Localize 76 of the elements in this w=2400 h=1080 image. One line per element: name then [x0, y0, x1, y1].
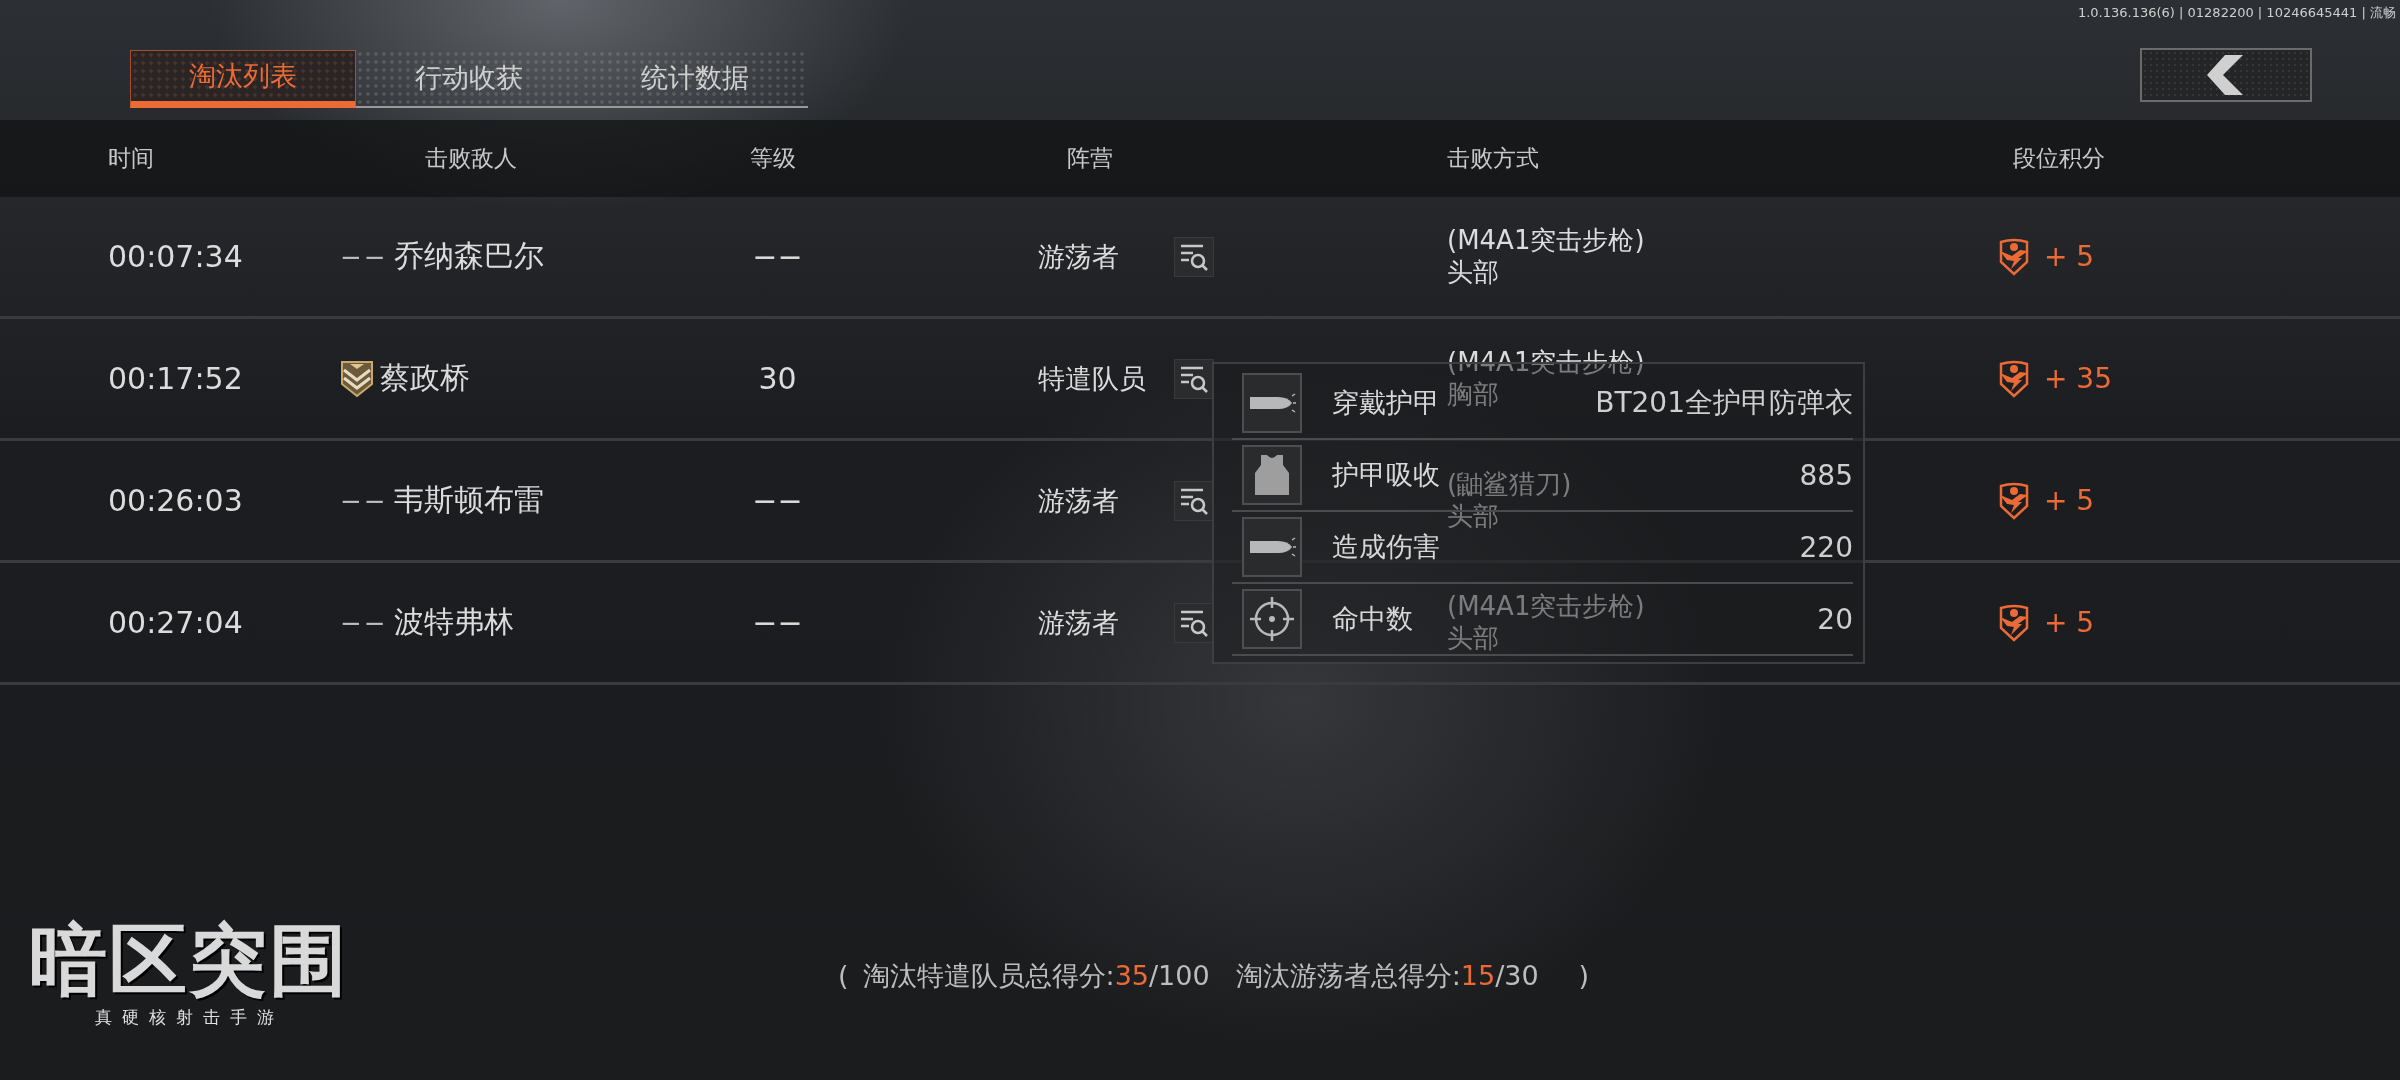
hit-part-text: 头部: [1447, 622, 1499, 654]
search-list-icon: [1179, 486, 1209, 515]
hit-part-text: 头部: [1447, 256, 1499, 288]
rank-text: −−: [340, 607, 388, 638]
summary-score: 35: [1114, 960, 1149, 991]
score-points: + 5: [2044, 484, 2095, 517]
summary-label: 淘汰游荡者总得分:: [1235, 959, 1461, 993]
stat-label: 穿戴护甲: [1332, 386, 1440, 420]
column-header: 击败敌人: [425, 144, 517, 173]
version-status-text: 1.0.136.136(6) | 01282200 | 10246645441 | 流畅: [2077, 4, 2396, 22]
summary-score: 15: [1460, 960, 1496, 991]
rank-text: −−: [340, 485, 388, 516]
stat-value: 20: [1817, 602, 1853, 636]
column-header: 等级: [750, 144, 796, 173]
eagle-shield-icon: [1998, 237, 2030, 276]
time-cell: 00:07:34: [108, 239, 243, 274]
crosshair-icon: [1249, 596, 1295, 642]
faction-cell-text: 游荡者: [1038, 605, 1120, 640]
logo-tagline: 真硬核射击手游: [94, 1005, 284, 1029]
weapon-text: (M4A1突击步枪): [1447, 591, 1645, 623]
level-cell: 30: [758, 361, 797, 396]
column-header: 阵营: [1067, 144, 1113, 173]
faction-cell-text: 特遣队员: [1038, 361, 1147, 396]
vest-icon: [1255, 455, 1289, 495]
enemy-name: 蔡政桥: [380, 359, 470, 397]
details-button[interactable]: [1174, 480, 1214, 521]
hit-part-text: 胸部: [1447, 378, 1499, 410]
time-cell: 00:17:52: [108, 361, 243, 396]
summary-label: 淘汰特遣队员总得分:: [862, 959, 1115, 993]
open-paren: (: [838, 960, 849, 991]
time-cell: 00:26:03: [108, 483, 243, 518]
details-button[interactable]: [1174, 236, 1214, 277]
game-logo-title: 暗区突围: [29, 920, 349, 1002]
stat-label: 护甲吸收: [1332, 458, 1440, 492]
level-cell: −−: [752, 483, 803, 518]
tab[interactable]: 统计数据: [582, 50, 808, 108]
column-header: 时间: [108, 144, 154, 173]
search-list-icon: [1179, 364, 1209, 393]
column-header: 击败方式: [1447, 144, 1539, 173]
stat-value: 220: [1799, 530, 1853, 564]
faction-cell-text: 游荡者: [1038, 483, 1120, 518]
faction-cell-text: 游荡者: [1038, 239, 1120, 274]
level-cell: −−: [752, 605, 803, 640]
details-button[interactable]: [1174, 358, 1214, 399]
score-points: + 5: [2044, 606, 2095, 639]
stat-value: BT201全护甲防弹衣: [1595, 385, 1853, 421]
rank-chevron-icon: [340, 359, 374, 398]
column-header: 段位积分: [2013, 144, 2105, 173]
tab[interactable]: 行动收获: [356, 50, 582, 108]
enemy-name: 乔纳森巴尔: [393, 237, 544, 275]
bullet-icon: [1248, 537, 1296, 557]
close-paren: ): [1578, 960, 1590, 991]
score-points: + 35: [2044, 362, 2112, 395]
weapon-text: (鼬鲨猎刀): [1447, 469, 1572, 501]
bullet-icon: [1248, 393, 1296, 413]
weapon-text: (M4A1突击步枪): [1447, 225, 1645, 257]
enemy-name: 波特弗林: [393, 603, 514, 641]
search-list-icon: [1179, 608, 1209, 637]
level-cell: −−: [752, 239, 803, 274]
time-cell: 00:27:04: [108, 605, 243, 640]
enemy-name: 韦斯顿布雷: [393, 481, 544, 519]
summary-max: /100: [1149, 960, 1210, 991]
stat-value: 885: [1799, 458, 1853, 492]
details-button[interactable]: [1174, 602, 1214, 643]
stat-label: 命中数: [1332, 602, 1413, 636]
tab[interactable]: 淘汰列表: [130, 50, 356, 108]
back-icon: [2207, 55, 2245, 95]
eagle-shield-icon: [1998, 359, 2030, 398]
summary-max: /30: [1495, 960, 1539, 991]
score-points: + 5: [2044, 240, 2095, 273]
eagle-shield-icon: [1998, 481, 2030, 520]
search-list-icon: [1179, 242, 1209, 271]
eagle-shield-icon: [1998, 603, 2030, 642]
back-button[interactable]: [2140, 48, 2312, 102]
rank-text: −−: [340, 241, 388, 272]
stat-label: 造成伤害: [1332, 530, 1440, 564]
